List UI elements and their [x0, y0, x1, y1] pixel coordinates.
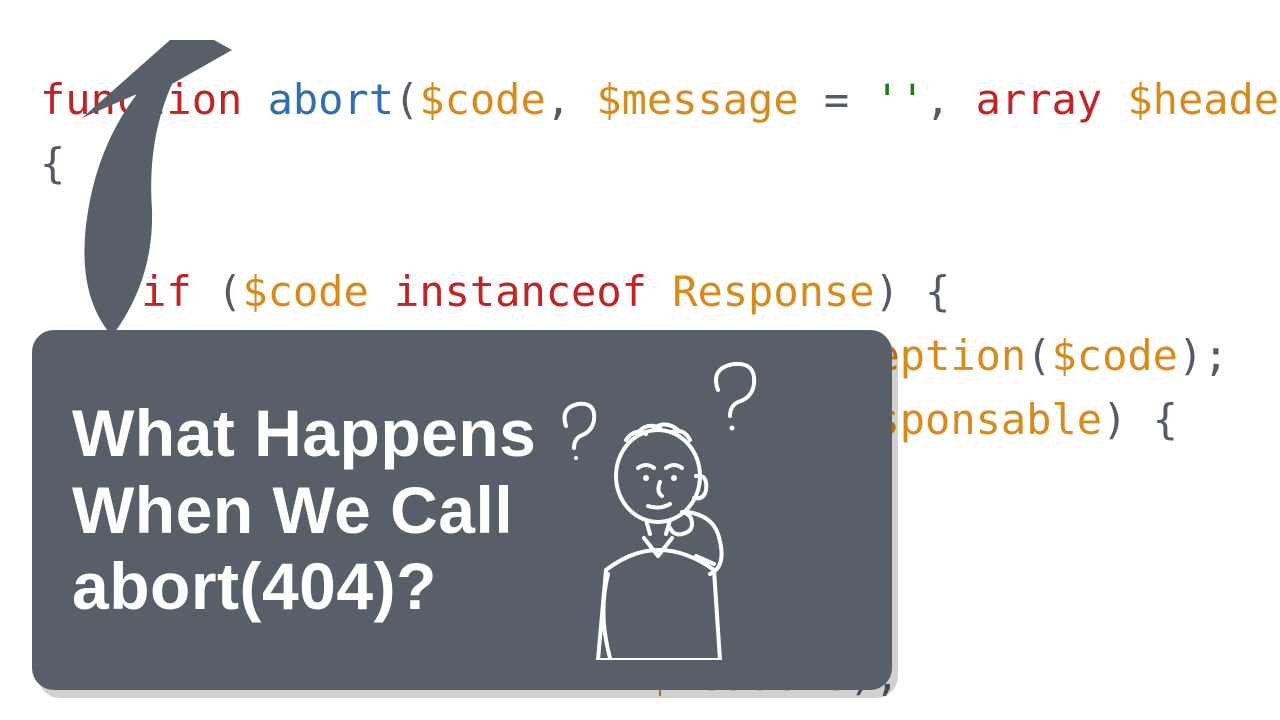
- kw-instanceof: instanceof: [369, 267, 672, 316]
- fn-abort: abort: [268, 75, 394, 124]
- title-text: What Happens When We Call abort(404)?: [72, 395, 536, 625]
- title-card: What Happens When We Call abort(404)?: [32, 330, 892, 690]
- kw-if: if: [141, 267, 192, 316]
- title-line-3: abort(404)?: [72, 548, 536, 625]
- var-message: $message: [596, 75, 798, 124]
- brace-open: {: [40, 139, 65, 188]
- var-code: $code: [419, 75, 545, 124]
- thumbnail-stage: function abort($code, $message = '', arr…: [0, 0, 1280, 720]
- kw-array: array: [976, 75, 1102, 124]
- title-line-1: What Happens: [72, 395, 536, 472]
- var-headers: $headers: [1102, 75, 1280, 124]
- cls-response: Response: [672, 267, 874, 316]
- str-empty: '': [875, 75, 926, 124]
- title-line-2: When We Call: [72, 472, 536, 549]
- thinking-person-icon: [546, 360, 766, 660]
- kw-function: function: [40, 75, 242, 124]
